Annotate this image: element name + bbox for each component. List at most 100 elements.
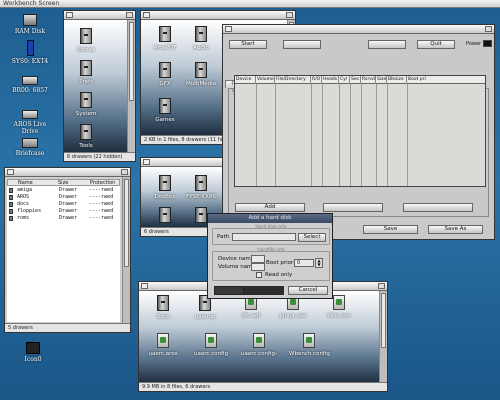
column-header[interactable]: Rsrvd [361, 76, 376, 84]
depth-gadget-icon[interactable] [378, 283, 385, 289]
column-divider [311, 84, 312, 186]
vertical-scrollbar[interactable] [127, 20, 135, 152]
read-only-checkbox[interactable] [256, 272, 262, 278]
scrollbar-knob[interactable] [129, 22, 134, 102]
file-icon-uaerc-aros[interactable]: uaerc.aros [143, 333, 183, 357]
depth-gadget-icon[interactable] [126, 12, 133, 18]
drawer-icon [159, 98, 171, 114]
vertical-scrollbar[interactable] [379, 291, 387, 382]
drawer-icon-audio[interactable]: Audio [181, 26, 221, 51]
close-icon[interactable] [143, 12, 150, 18]
save-button[interactable]: Save [363, 225, 418, 234]
close-icon[interactable] [7, 169, 14, 175]
desktop-icon-sys0[interactable]: SYS0: EXT4 [5, 40, 55, 65]
toolbar-button-3[interactable] [368, 40, 406, 49]
drawer-icon-dosbox[interactable]: DosBox [145, 175, 185, 200]
column-header[interactable]: Sec [350, 76, 361, 84]
group-label: Hard disk info [255, 225, 287, 230]
save-as-button[interactable]: Save As [428, 225, 483, 234]
path-label: Path [217, 234, 230, 240]
column-header[interactable]: Volume [256, 76, 275, 84]
window-title-bar[interactable] [141, 11, 295, 20]
list-item[interactable]: AROS Drawer ----rwed [7, 194, 120, 201]
file-icon-uaerc-config[interactable]: uaerc.config [191, 333, 231, 357]
column-header[interactable]: R/O [311, 76, 322, 84]
drawer-icon-extras[interactable]: Extras [66, 28, 106, 53]
close-icon[interactable] [225, 26, 232, 32]
desktop-icon-briefcase[interactable]: Briefcase [5, 138, 55, 157]
list-window[interactable]: Name Size Protection amiga Drawer ----rw… [4, 167, 131, 333]
scrollbar-knob[interactable] [124, 179, 129, 267]
quit-button[interactable]: Quit [417, 40, 455, 49]
list-item[interactable]: floppies Drawer ----rwed [7, 208, 120, 215]
window-title-bar[interactable] [223, 25, 494, 34]
select-button[interactable]: Select [298, 233, 326, 242]
device-name-input[interactable] [251, 255, 265, 263]
desktop-icon-ram-disk[interactable]: RAM Disk [5, 14, 55, 35]
file-icon [303, 333, 315, 348]
scrollbar-knob[interactable] [381, 293, 386, 348]
column-header[interactable]: File/Directory [275, 76, 311, 84]
file-icon [333, 295, 345, 310]
boot-priority-input[interactable]: 0 [294, 259, 314, 267]
drawer-icon [195, 26, 207, 42]
column-header[interactable]: Cyl [339, 76, 350, 84]
toolbar-button-2[interactable] [283, 40, 321, 49]
list-item[interactable]: roms Drawer ----rwed [7, 215, 120, 222]
vertical-scrollbar[interactable] [122, 177, 130, 323]
depth-gadget-icon[interactable] [121, 169, 128, 175]
drawer-icon-fpse[interactable]: FPSE-XX86 [181, 175, 221, 200]
desktop-icon-icon0[interactable]: Icon0 [8, 342, 58, 363]
add-button[interactable]: Add [235, 203, 305, 212]
drawer-icon [80, 92, 92, 108]
arrow-down-icon[interactable]: ▼ [317, 262, 320, 267]
drawer-window-system[interactable]: Extras Prefs System Tools 6 drawers (22 … [63, 10, 136, 162]
list-header[interactable]: Name Size Protection [7, 179, 120, 186]
remove-button[interactable] [403, 203, 473, 212]
list-item[interactable]: docs Drawer ----rwed [7, 201, 120, 208]
column-divider [275, 84, 276, 186]
depth-gadget-icon[interactable] [286, 12, 293, 18]
drawer-icon-tools[interactable]: Tools [143, 295, 183, 320]
properties-button[interactable] [323, 203, 383, 212]
drawer-icon-tools[interactable]: Tools [66, 124, 106, 149]
ok-button[interactable]: OK [214, 286, 244, 295]
drawer-icon [9, 209, 13, 214]
close-icon[interactable] [66, 12, 73, 18]
volume-name-input[interactable] [251, 263, 265, 271]
depth-gadget-icon[interactable] [485, 26, 492, 32]
drawer-icon-unnamed-1[interactable] [145, 207, 185, 226]
desktop-icon-aros-live[interactable]: AROS Live Drive [5, 110, 55, 135]
close-icon[interactable] [141, 283, 148, 289]
power-led [483, 40, 492, 47]
column-header[interactable]: Blksize [387, 76, 407, 84]
desktop-icon-br00[interactable]: BR00: 6857 [5, 76, 55, 94]
drawer-icon [80, 28, 92, 44]
dialog-title[interactable]: Add a hard disk [208, 214, 332, 223]
file-icon-wbench-config[interactable]: Wbench.config [289, 333, 330, 357]
column-header[interactable]: Device [235, 76, 256, 84]
drawer-icon-arospdf[interactable]: ArosPDF [145, 26, 185, 51]
start-button[interactable]: Start [229, 40, 267, 49]
file-icon-uaerc-config-backup[interactable]: uaerc.config- [239, 333, 279, 357]
window-title-bar[interactable] [64, 11, 135, 20]
drawer-icon-prefs[interactable]: Prefs [66, 60, 106, 85]
column-header[interactable]: Boot pri [407, 76, 487, 84]
hard-disk-table[interactable]: Device Volume File/Directory R/O Heads C… [234, 75, 486, 187]
file-list[interactable]: amiga Drawer ----rwed AROS Drawer ----rw… [7, 186, 120, 322]
drawer-icon-games[interactable]: Games [145, 98, 185, 123]
cancel-button[interactable]: Cancel [288, 286, 328, 295]
drawer-icon-system[interactable]: System [66, 92, 106, 117]
drawer-icon-gfx[interactable]: GFX [145, 62, 185, 87]
add-hard-disk-dialog[interactable]: Add a hard disk Hard disk info Path Sele… [207, 213, 333, 299]
column-header[interactable]: Size [376, 76, 387, 84]
boot-priority-stepper[interactable]: ▲ ▼ [315, 258, 323, 268]
close-icon[interactable] [143, 159, 150, 165]
drawer-icon-multimedia[interactable]: MultiMedia [181, 62, 221, 87]
drawer-icon [195, 175, 207, 191]
path-input[interactable] [232, 233, 296, 241]
column-header[interactable]: Heads [322, 76, 339, 84]
prefs-window[interactable]: Start Quit Power Floppy drives Memory CP… [222, 24, 495, 240]
window-title-bar[interactable] [5, 168, 130, 177]
list-item[interactable]: amiga Drawer ----rwed [7, 187, 120, 194]
